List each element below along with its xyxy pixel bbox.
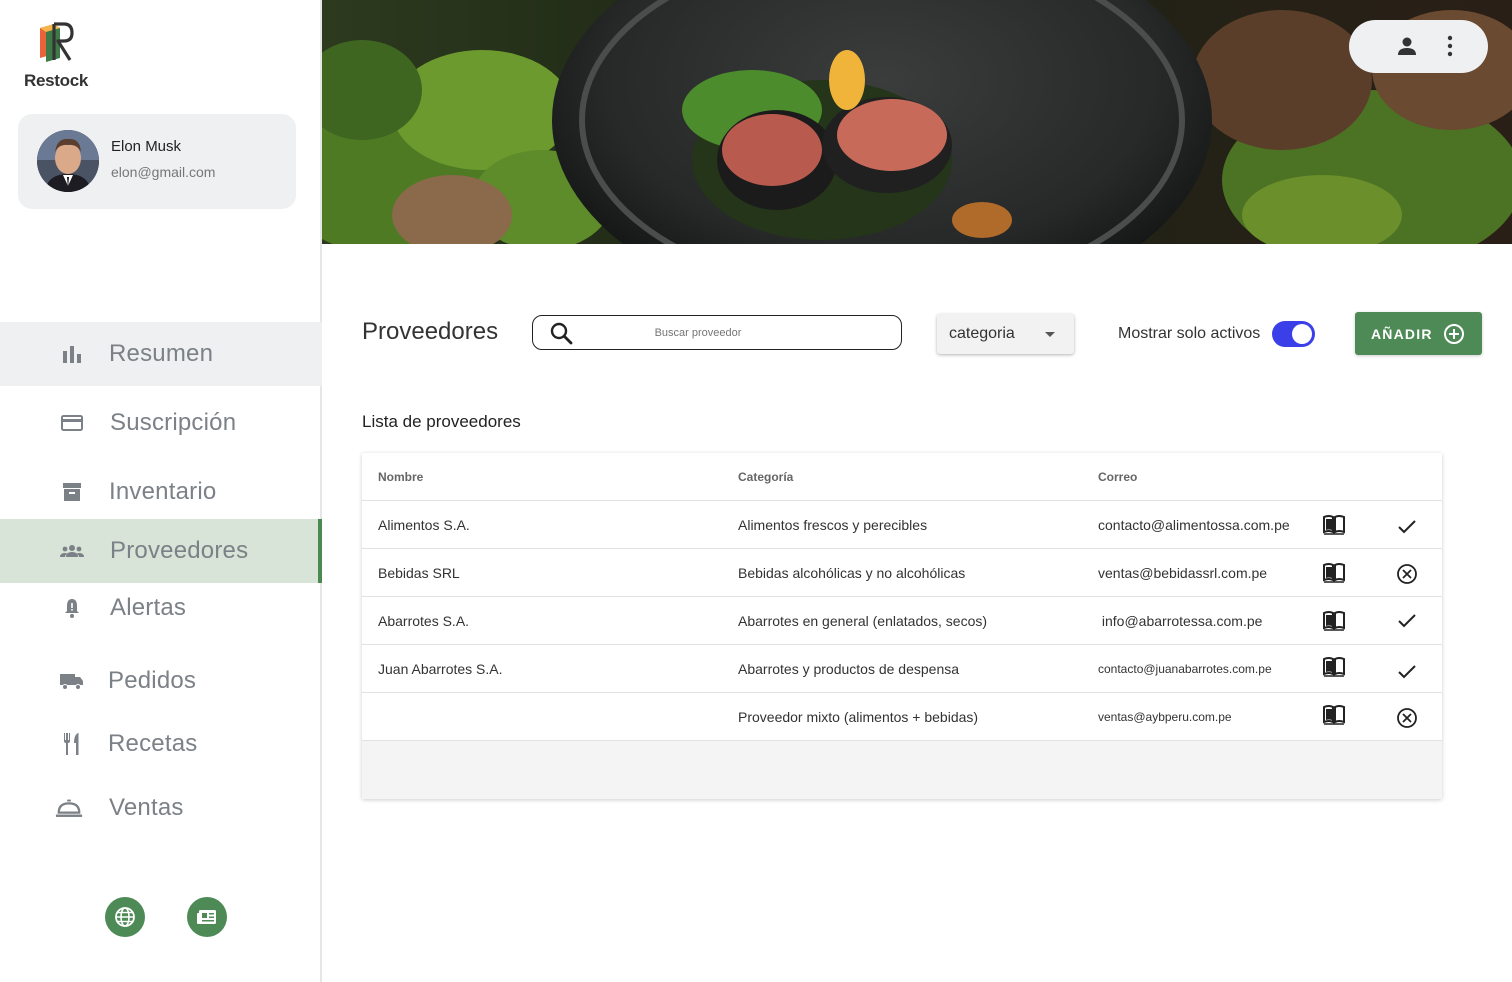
table-row[interactable]: Bebidas SRL Bebidas alcohólicas y no alc… [362,549,1442,597]
table-footer [362,741,1442,799]
food-photo [322,0,1512,244]
credit-card-icon [58,409,86,437]
category-select[interactable]: categoria [937,314,1074,354]
sidebar-item-label: Inventario [109,478,217,505]
supplier-category: Bebidas alcohólicas y no alcohólicas [738,565,966,581]
open-book-icon[interactable] [1322,562,1346,584]
sidebar-item-ventas[interactable]: Ventas [0,776,322,840]
check-icon[interactable] [1396,609,1418,631]
sidebar-item-label: Pedidos [108,667,197,694]
user-name: Elon Musk [111,138,182,155]
sidebar-item-recetas[interactable]: Recetas [0,712,322,776]
sidebar-item-inventario[interactable]: Inventario [0,460,322,524]
sidebar-item-resumen[interactable]: Resumen [0,322,322,386]
person-icon[interactable] [1395,34,1419,58]
avatar [37,130,99,192]
list-title: Lista de proveedores [362,412,521,431]
table-row[interactable]: Proveedor mixto (alimentos + bebidas) ve… [362,693,1442,741]
more-vertical-icon[interactable] [1442,34,1458,58]
user-email: elon@gmail.com [111,164,216,180]
open-book-icon[interactable] [1322,514,1346,536]
people-icon [58,537,86,565]
bar-chart-icon [58,340,86,368]
column-header-categoria[interactable]: Categoría [738,470,793,484]
bell-icon [58,594,86,622]
cancel-circle-icon[interactable] [1396,563,1418,585]
supplier-category: Abarrotes en general (enlatados, secos) [738,613,988,629]
page-title: Proveedores [362,318,499,345]
open-book-icon[interactable] [1322,704,1346,726]
active-only-label: Mostrar solo activos [1118,325,1261,342]
top-actions-pill [1349,20,1488,73]
supplier-name: Juan Abarrotes S.A. [378,661,503,677]
column-header-nombre[interactable]: Nombre [378,470,423,484]
sidebar-item-label: Resumen [109,340,214,367]
avatar-photo [37,130,99,192]
add-circle-icon [1444,324,1464,344]
truck-icon [58,667,86,695]
supplier-email: ventas@aybperu.com.pe [1098,710,1232,724]
fork-knife-icon [58,730,86,758]
sidebar-item-label: Proveedores [110,537,249,564]
check-icon[interactable] [1396,515,1418,537]
language-button[interactable] [105,897,145,937]
table-row[interactable]: Juan Abarrotes S.A. Abarrotes y producto… [362,645,1442,693]
user-card[interactable]: Elon Musk elon@gmail.com [18,114,296,209]
supplier-category: Proveedor mixto (alimentos + bebidas) [738,709,979,725]
check-icon[interactable] [1396,660,1418,682]
sidebar-item-pedidos[interactable]: Pedidos [0,649,322,713]
suppliers-table: Nombre Categoría Correo Alimentos S.A. A… [362,453,1442,799]
sidebar-item-label: Recetas [108,730,198,757]
app-name: Restock [24,71,89,90]
supplier-email: info@abarrotessa.com.pe [1098,613,1263,629]
cancel-circle-icon[interactable] [1396,707,1418,729]
newspaper-icon [197,910,216,924]
hero-banner-image [322,0,1512,244]
sidebar-item-label: Ventas [109,794,184,821]
category-select-value: categoria [949,325,1015,342]
service-bell-icon [55,794,83,822]
column-header-correo[interactable]: Correo [1098,470,1137,484]
supplier-category: Alimentos frescos y perecibles [738,517,928,533]
sidebar-item-label: Alertas [110,594,187,621]
sidebar-item-suscripcion[interactable]: Suscripción [0,391,322,455]
sidebar-item-label: Suscripción [110,409,237,436]
active-only-toggle[interactable] [1272,321,1315,347]
table-header: Nombre Categoría Correo [362,453,1442,501]
toggle-knob [1292,324,1312,344]
supplier-email: contacto@juanabarrotes.com.pe [1098,662,1272,676]
search-icon [550,322,573,345]
supplier-name: Bebidas SRL [378,565,460,581]
supplier-name: Abarrotes S.A. [378,613,470,629]
open-book-icon[interactable] [1322,656,1346,678]
open-book-icon[interactable] [1322,610,1346,632]
news-button[interactable] [187,897,227,937]
sidebar-item-proveedores[interactable]: Proveedores [0,519,322,583]
search-input[interactable] [593,320,893,346]
search-field[interactable] [532,315,902,350]
supplier-category: Abarrotes y productos de despensa [738,661,960,677]
chevron-down-icon [1045,332,1055,337]
supplier-email: ventas@bebidassrl.com.pe [1098,565,1268,581]
add-button-label: AÑADIR [1371,326,1433,342]
supplier-name: Alimentos S.A. [378,517,470,533]
globe-icon [115,907,135,927]
sidebar-item-alertas[interactable]: Alertas [0,576,322,640]
table-row[interactable]: Abarrotes S.A. Abarrotes en general (enl… [362,597,1442,645]
supplier-email: contacto@alimentossa.com.pe [1098,517,1290,533]
table-row[interactable]: Alimentos S.A. Alimentos frescos y perec… [362,501,1442,549]
app-logo[interactable]: Restock [24,18,94,90]
restock-logo-icon [40,22,74,62]
add-supplier-button[interactable]: AÑADIR [1355,312,1482,355]
sidebar: Restock Elon Musk elon@gmail.com Resumen [0,0,322,982]
archive-box-icon [58,478,86,506]
